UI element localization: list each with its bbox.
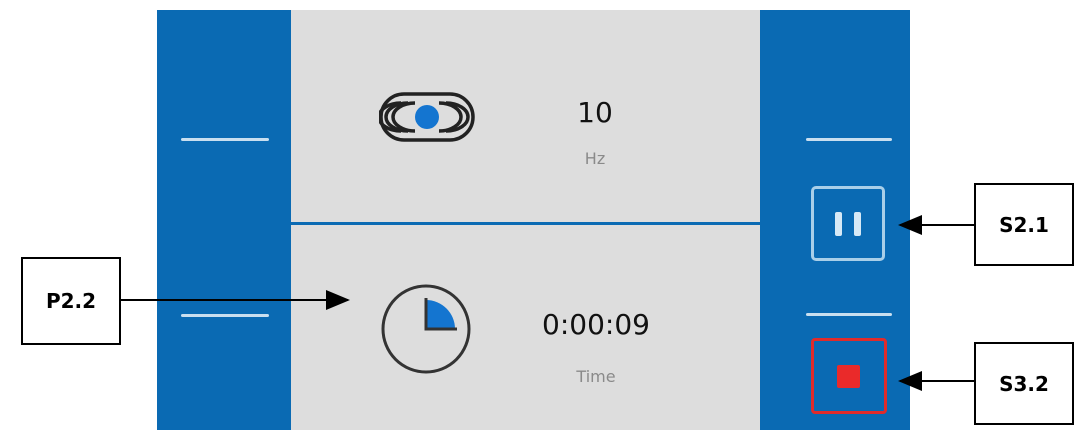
- annotation-arrows: [121, 215, 974, 391]
- callout-p2-2: P2.2: [21, 257, 121, 345]
- callout-s2-1: S2.1: [974, 183, 1074, 266]
- callout-s3-2: S3.2: [974, 342, 1074, 425]
